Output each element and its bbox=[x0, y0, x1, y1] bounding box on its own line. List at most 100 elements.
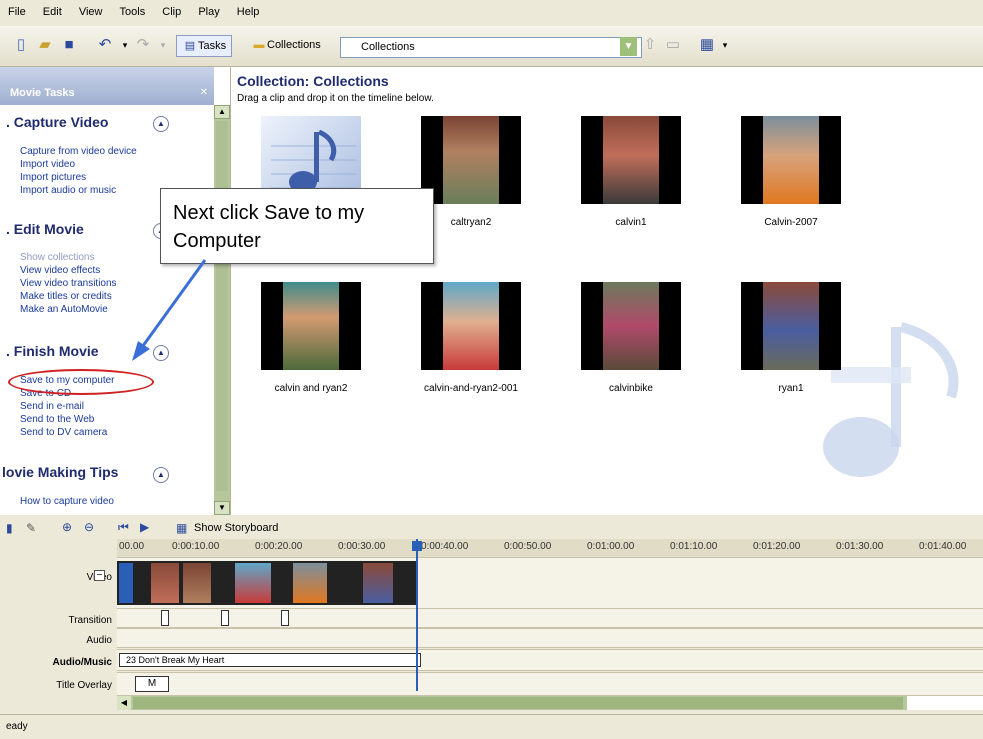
highlight-circle bbox=[8, 369, 154, 395]
audio-music-track[interactable]: 23 Don't Break My Heart bbox=[117, 649, 983, 671]
rewind-icon[interactable]: ⏮ bbox=[118, 520, 129, 535]
combo-dropdown-button[interactable]: ▼ bbox=[620, 37, 637, 56]
set-audio-levels-icon[interactable]: ▮ bbox=[6, 521, 13, 535]
expand-icon[interactable]: − bbox=[94, 570, 105, 581]
task-link[interactable]: Import pictures bbox=[20, 172, 86, 183]
title-clip[interactable]: M bbox=[135, 676, 169, 692]
instruction-callout: Next click Save to my Computer bbox=[160, 188, 434, 264]
collection-pane: Collection: Collections Drag a clip and … bbox=[231, 67, 983, 515]
redo-icon[interactable]: ↷ bbox=[134, 36, 152, 54]
title-overlay-track[interactable]: M bbox=[117, 672, 983, 696]
views-icon[interactable]: ▦ bbox=[698, 36, 716, 54]
task-link[interactable]: Import audio or music bbox=[20, 185, 116, 196]
video-clips-strip[interactable] bbox=[117, 561, 417, 605]
clip-thumbnail bbox=[741, 116, 841, 204]
ruler-tick: 0:01:00.00 bbox=[587, 541, 635, 552]
ruler-tick: 0:01:40.00 bbox=[919, 541, 967, 552]
clip-thumbnail bbox=[741, 282, 841, 370]
task-link[interactable]: View video effects bbox=[20, 265, 100, 276]
scroll-left-icon[interactable]: ◀ bbox=[117, 696, 131, 710]
new-project-icon[interactable]: ▯ bbox=[12, 36, 30, 54]
video-track[interactable] bbox=[117, 557, 983, 609]
callout-arrow-icon bbox=[132, 259, 207, 361]
audio-track[interactable] bbox=[117, 628, 983, 648]
menu-edit[interactable]: Edit bbox=[35, 0, 68, 18]
transition-track[interactable] bbox=[117, 608, 983, 628]
clip-caption: calvin1 bbox=[615, 217, 647, 228]
menu-view[interactable]: View bbox=[71, 0, 109, 18]
ruler-tick: 0:00:20.00 bbox=[255, 541, 303, 552]
clip-thumbnail bbox=[421, 116, 521, 204]
status-bar: eady bbox=[0, 714, 983, 739]
task-link[interactable]: Capture from video device bbox=[20, 146, 137, 157]
tasks-icon: ▤ bbox=[184, 40, 196, 52]
timeline: 00.00 0:00:10.00 0:00:20.00 0:00:30.00 0… bbox=[0, 539, 983, 711]
zoom-out-icon[interactable]: ⊖ bbox=[84, 520, 94, 534]
capture-video-heading[interactable]: . Capture Video bbox=[6, 114, 202, 130]
zoom-in-icon[interactable]: ⊕ bbox=[62, 520, 72, 534]
toolbar: ▯ ▰ ■ ↶ ▾ ↷ ▾ ▤ Tasks ▬ Collections Collec… bbox=[0, 26, 983, 67]
task-pane-header: Movie Tasks ✕ bbox=[0, 67, 214, 105]
ruler-tick: 0:00:30.00 bbox=[338, 541, 386, 552]
timeline-ruler[interactable]: 00.00 0:00:10.00 0:00:20.00 0:00:30.00 0… bbox=[117, 539, 983, 557]
scroll-down-icon[interactable]: ▼ bbox=[214, 501, 230, 515]
timeline-scrollbar[interactable]: ◀ bbox=[117, 696, 983, 710]
scroll-up-icon[interactable]: ▲ bbox=[214, 105, 230, 119]
collapse-icon[interactable]: ▲ bbox=[153, 467, 169, 483]
playhead[interactable] bbox=[416, 539, 418, 691]
track-label-transition: Transition bbox=[68, 615, 112, 626]
task-link[interactable]: Make titles or credits bbox=[20, 291, 112, 302]
track-label-audio-music: Audio/Music bbox=[52, 657, 112, 668]
undo-icon[interactable]: ↶ bbox=[96, 36, 114, 54]
clip-caption: ryan1 bbox=[778, 383, 804, 394]
close-icon[interactable]: ✕ bbox=[200, 87, 208, 98]
task-link[interactable]: Make an AutoMovie bbox=[20, 304, 108, 315]
clip-caption: calvin-and-ryan2-001 bbox=[424, 383, 518, 394]
ruler-tick: 0:00:40.00 bbox=[421, 541, 469, 552]
task-link[interactable]: Import video bbox=[20, 159, 75, 170]
clip-thumbnail bbox=[261, 282, 361, 370]
ruler-tick: 0:01:20.00 bbox=[753, 541, 801, 552]
audio-clip[interactable]: 23 Don't Break My Heart bbox=[119, 653, 421, 667]
menu-help[interactable]: Help bbox=[229, 0, 266, 18]
ruler-tick: 0:00:50.00 bbox=[504, 541, 552, 552]
redo-dropdown-icon[interactable]: ▾ bbox=[154, 36, 172, 54]
new-collection-icon[interactable]: ▭ bbox=[664, 36, 682, 54]
show-storyboard-button[interactable]: Show Storyboard bbox=[194, 522, 278, 534]
task-link[interactable]: Send to DV camera bbox=[20, 427, 107, 438]
menu-play[interactable]: Play bbox=[190, 0, 225, 18]
task-link[interactable]: How to capture video bbox=[20, 496, 114, 507]
task-link[interactable]: Send in e-mail bbox=[20, 401, 84, 412]
collection-instructions: Drag a clip and drop it on the timeline … bbox=[237, 93, 434, 104]
save-project-icon[interactable]: ■ bbox=[60, 36, 78, 54]
clip-thumbnail bbox=[581, 282, 681, 370]
menu-tools[interactable]: Tools bbox=[112, 0, 152, 18]
menu-clip[interactable]: Clip bbox=[154, 0, 187, 18]
up-level-icon[interactable]: ⇧ bbox=[641, 36, 659, 54]
views-dropdown-icon[interactable]: ▾ bbox=[716, 36, 734, 54]
ruler-tick: 0:00:10.00 bbox=[172, 541, 220, 552]
menu-file[interactable]: File bbox=[0, 0, 32, 18]
timeline-scroll-thumb[interactable] bbox=[133, 697, 903, 709]
collections-combo[interactable]: Collections bbox=[340, 37, 642, 58]
storyboard-icon: ▦ bbox=[176, 521, 188, 535]
undo-dropdown-icon[interactable]: ▾ bbox=[116, 36, 134, 54]
clip-thumbnail bbox=[581, 116, 681, 204]
task-link[interactable]: View video transitions bbox=[20, 278, 117, 289]
narrate-icon[interactable]: ✎ bbox=[26, 521, 36, 535]
clip-thumbnail bbox=[421, 282, 521, 370]
task-link[interactable]: Send to the Web bbox=[20, 414, 94, 425]
task-link[interactable]: Show collections bbox=[20, 252, 94, 263]
clip-caption: calvin and ryan2 bbox=[274, 383, 348, 394]
track-label-audio: Audio bbox=[86, 635, 112, 646]
tasks-button[interactable]: ▤ Tasks bbox=[176, 35, 233, 57]
ruler-tick: 00.00 bbox=[119, 541, 145, 552]
playhead-handle[interactable] bbox=[412, 541, 422, 551]
collections-button[interactable]: ▬ Collections bbox=[246, 35, 326, 55]
play-icon[interactable]: ▶ bbox=[140, 520, 149, 534]
task-pane-title: Movie Tasks bbox=[10, 87, 75, 99]
collapse-icon[interactable]: ▲ bbox=[153, 116, 169, 132]
folder-icon: ▬ bbox=[253, 39, 265, 51]
open-project-icon[interactable]: ▰ bbox=[36, 36, 54, 54]
clip-caption: Calvin-2007 bbox=[764, 217, 818, 228]
